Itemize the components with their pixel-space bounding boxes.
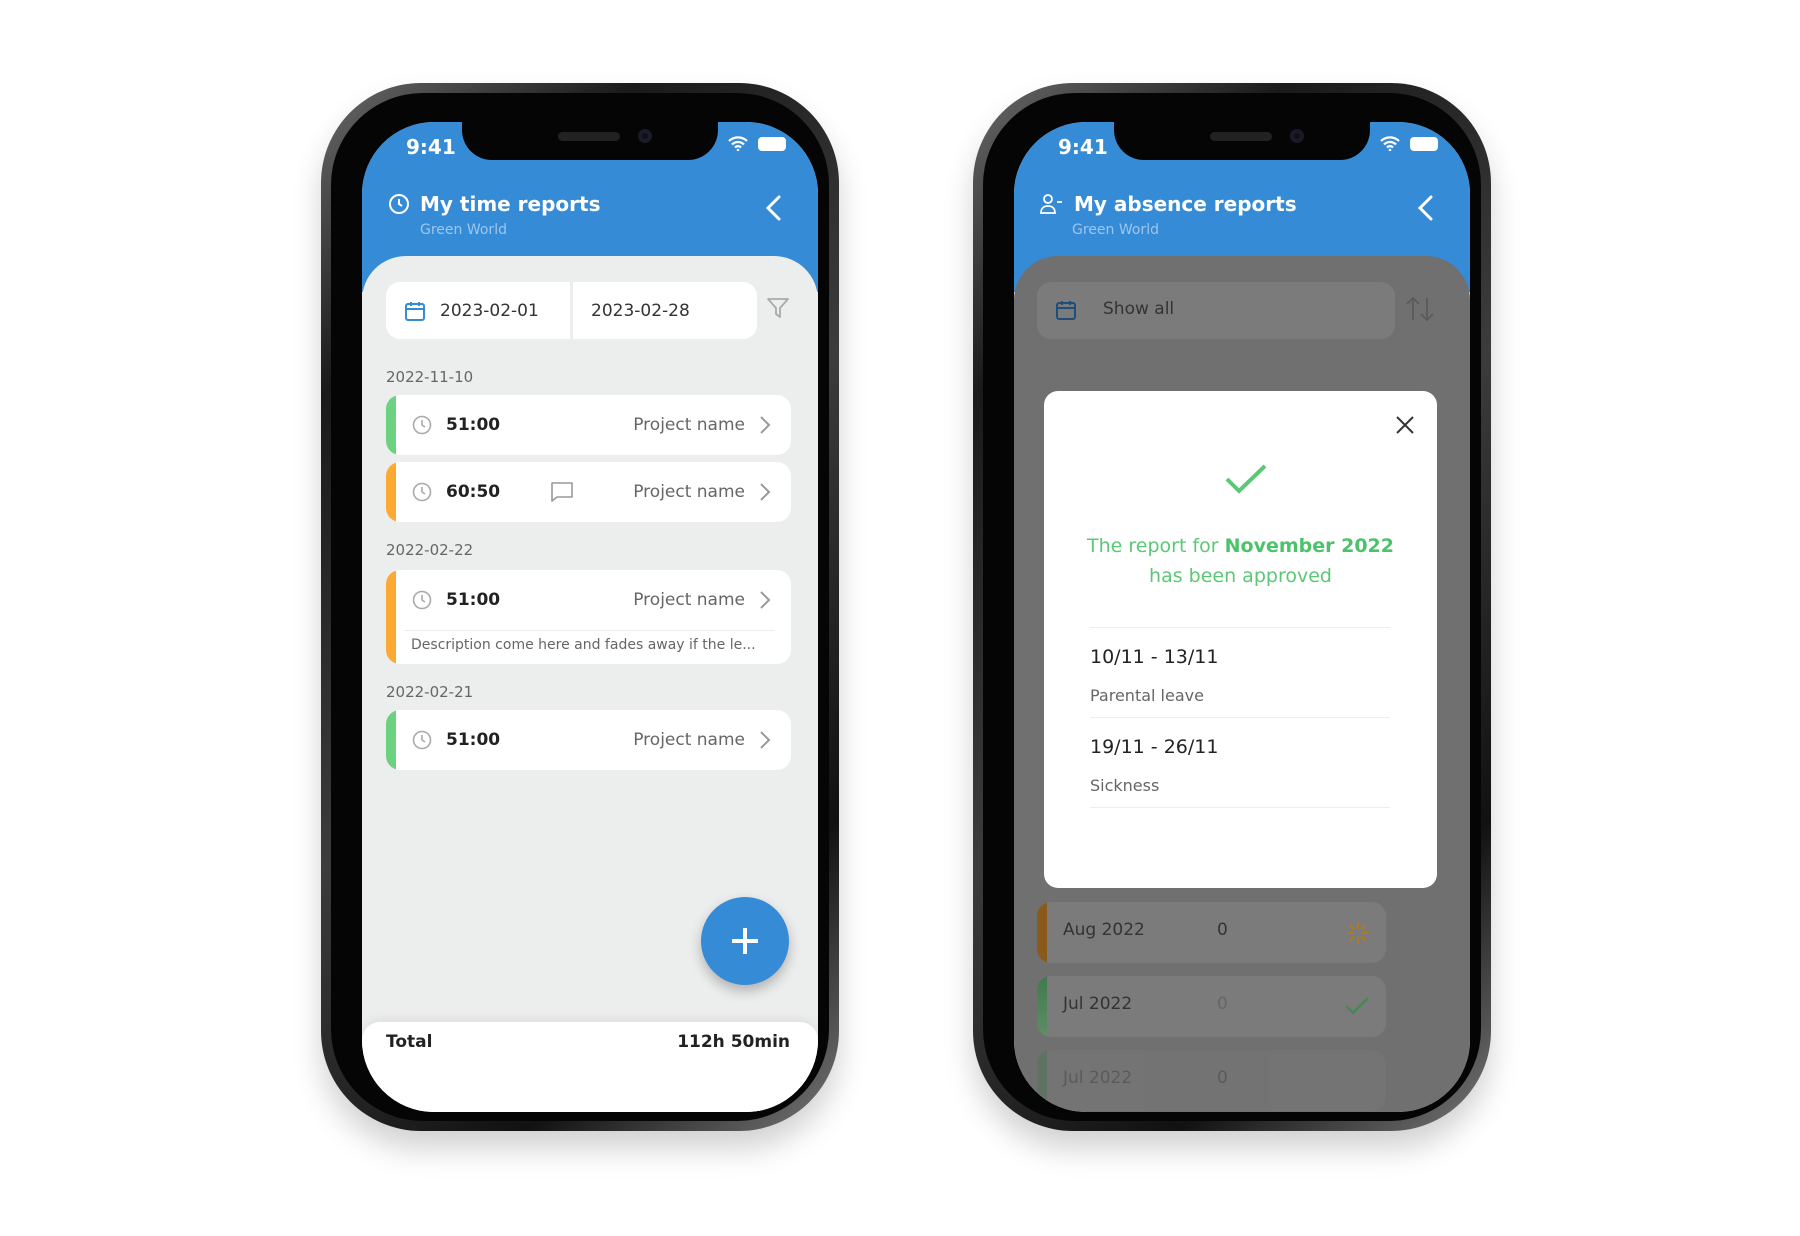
clock-icon	[389, 194, 409, 214]
date-group-label: 2022-02-22	[386, 541, 474, 559]
battery-icon	[1410, 136, 1438, 151]
approval-message: The report for November 2022 has been ap…	[1044, 531, 1437, 591]
clock-icon	[412, 730, 432, 750]
status-time: 9:41	[406, 135, 456, 159]
entry-duration: 51:00	[446, 730, 501, 750]
clock-icon	[412, 415, 432, 435]
total-label: Total	[386, 1032, 433, 1052]
month-count: 0	[1217, 1068, 1228, 1088]
notch	[462, 122, 718, 160]
back-chevron-icon[interactable]	[1416, 194, 1434, 222]
wifi-icon	[728, 136, 748, 151]
screen: 9:41 My absence reports Green World Show…	[1014, 122, 1470, 1112]
month-label: Jul 2022	[1063, 994, 1133, 1014]
notch	[1114, 122, 1370, 160]
calendar-icon	[405, 301, 425, 321]
total-value: 112h 50min	[677, 1032, 790, 1052]
total-bar: Total 112h 50min	[362, 1022, 818, 1112]
absence-item: 10/11 - 13/11 Parental leave	[1090, 627, 1390, 719]
page-title: My absence reports	[1074, 192, 1297, 216]
page-header: My absence reports	[1040, 192, 1297, 216]
calendar-icon	[1056, 301, 1076, 320]
entry-project: Project name	[633, 415, 745, 435]
clock-icon	[412, 482, 432, 502]
date-to-field[interactable]: 2023-02-28	[573, 282, 757, 339]
date-from-value: 2023-02-01	[440, 300, 539, 321]
check-icon	[1345, 997, 1369, 1015]
phone-absence-reports: 9:41 My absence reports Green World Show…	[973, 83, 1491, 1131]
month-count: 0	[1217, 994, 1228, 1014]
entry-duration: 51:00	[446, 590, 501, 610]
time-entry-row[interactable]: 51:00 Project name	[386, 710, 791, 770]
absence-item: 19/11 - 26/11 Sickness	[1090, 717, 1390, 808]
entry-duration: 60:50	[446, 482, 501, 502]
date-group-label: 2022-02-21	[386, 683, 474, 701]
date-group-label: 2022-11-10	[386, 368, 474, 386]
entry-duration: 51:00	[446, 415, 501, 435]
message-prefix: The report for	[1086, 535, 1219, 557]
absence-dates: 19/11 - 26/11	[1090, 736, 1219, 758]
approval-modal: The report for November 2022 has been ap…	[1044, 391, 1437, 888]
chevron-right-icon	[760, 416, 771, 434]
month-row[interactable]: Jul 2022 0	[1037, 1050, 1386, 1111]
status-icons	[728, 136, 786, 151]
entry-project: Project name	[633, 590, 745, 610]
phone-bezel: 9:41 My absence reports Green World Show…	[983, 93, 1481, 1121]
page-title: My time reports	[420, 192, 601, 216]
filter-icon[interactable]	[766, 296, 790, 320]
close-icon[interactable]	[1395, 415, 1415, 435]
month-count: 0	[1217, 920, 1228, 940]
entry-project: Project name	[633, 482, 745, 502]
month-row[interactable]: Jul 2022 0	[1037, 976, 1386, 1037]
comment-icon	[551, 482, 573, 502]
chevron-right-icon	[760, 483, 771, 501]
page-header: My time reports	[388, 192, 601, 216]
entry-project: Project name	[633, 730, 745, 750]
month-label: Aug 2022	[1063, 920, 1145, 940]
phone-bezel: 9:41 My time reports Green World 2023-02…	[331, 93, 829, 1121]
absence-type: Sickness	[1090, 776, 1160, 795]
time-entry-row[interactable]: 51:00 Project name	[386, 395, 791, 455]
time-entry-row[interactable]: 51:00 Project name Description come here…	[386, 570, 791, 664]
page-subtitle: Green World	[1072, 222, 1159, 238]
user-minus-icon	[1040, 194, 1062, 214]
filter-label: Show all	[1103, 299, 1175, 319]
sort-icon[interactable]	[1404, 296, 1436, 322]
success-check-icon	[1225, 464, 1267, 494]
time-entry-row[interactable]: 60:50 Project name	[386, 462, 791, 522]
wifi-icon	[1380, 136, 1400, 151]
month-row[interactable]: Aug 2022 0	[1037, 902, 1386, 963]
month-label: Jul 2022	[1063, 1068, 1133, 1088]
message-month: November 2022	[1224, 535, 1394, 557]
absence-dates: 10/11 - 13/11	[1090, 646, 1219, 668]
clock-icon	[412, 590, 432, 610]
chevron-right-icon	[760, 591, 771, 609]
battery-icon	[758, 136, 786, 151]
plus-icon	[732, 928, 758, 954]
status-time: 9:41	[1058, 135, 1108, 159]
message-suffix: has been approved	[1149, 565, 1332, 587]
back-chevron-icon[interactable]	[764, 194, 782, 222]
page-subtitle: Green World	[420, 222, 507, 238]
screen: 9:41 My time reports Green World 2023-02…	[362, 122, 818, 1112]
date-range-picker: 2023-02-01 2023-02-28	[386, 282, 757, 339]
pending-spinner-icon	[1347, 922, 1369, 944]
filter-dropdown[interactable]: Show all	[1037, 282, 1395, 339]
date-from-field[interactable]: 2023-02-01	[386, 282, 570, 339]
absence-type: Parental leave	[1090, 686, 1204, 705]
chevron-right-icon	[760, 731, 771, 749]
status-icons	[1380, 136, 1438, 151]
date-to-value: 2023-02-28	[591, 300, 690, 321]
phone-time-reports: 9:41 My time reports Green World 2023-02…	[321, 83, 839, 1131]
entry-description: Description come here and fades away if …	[404, 630, 775, 664]
add-entry-button[interactable]	[701, 897, 789, 985]
